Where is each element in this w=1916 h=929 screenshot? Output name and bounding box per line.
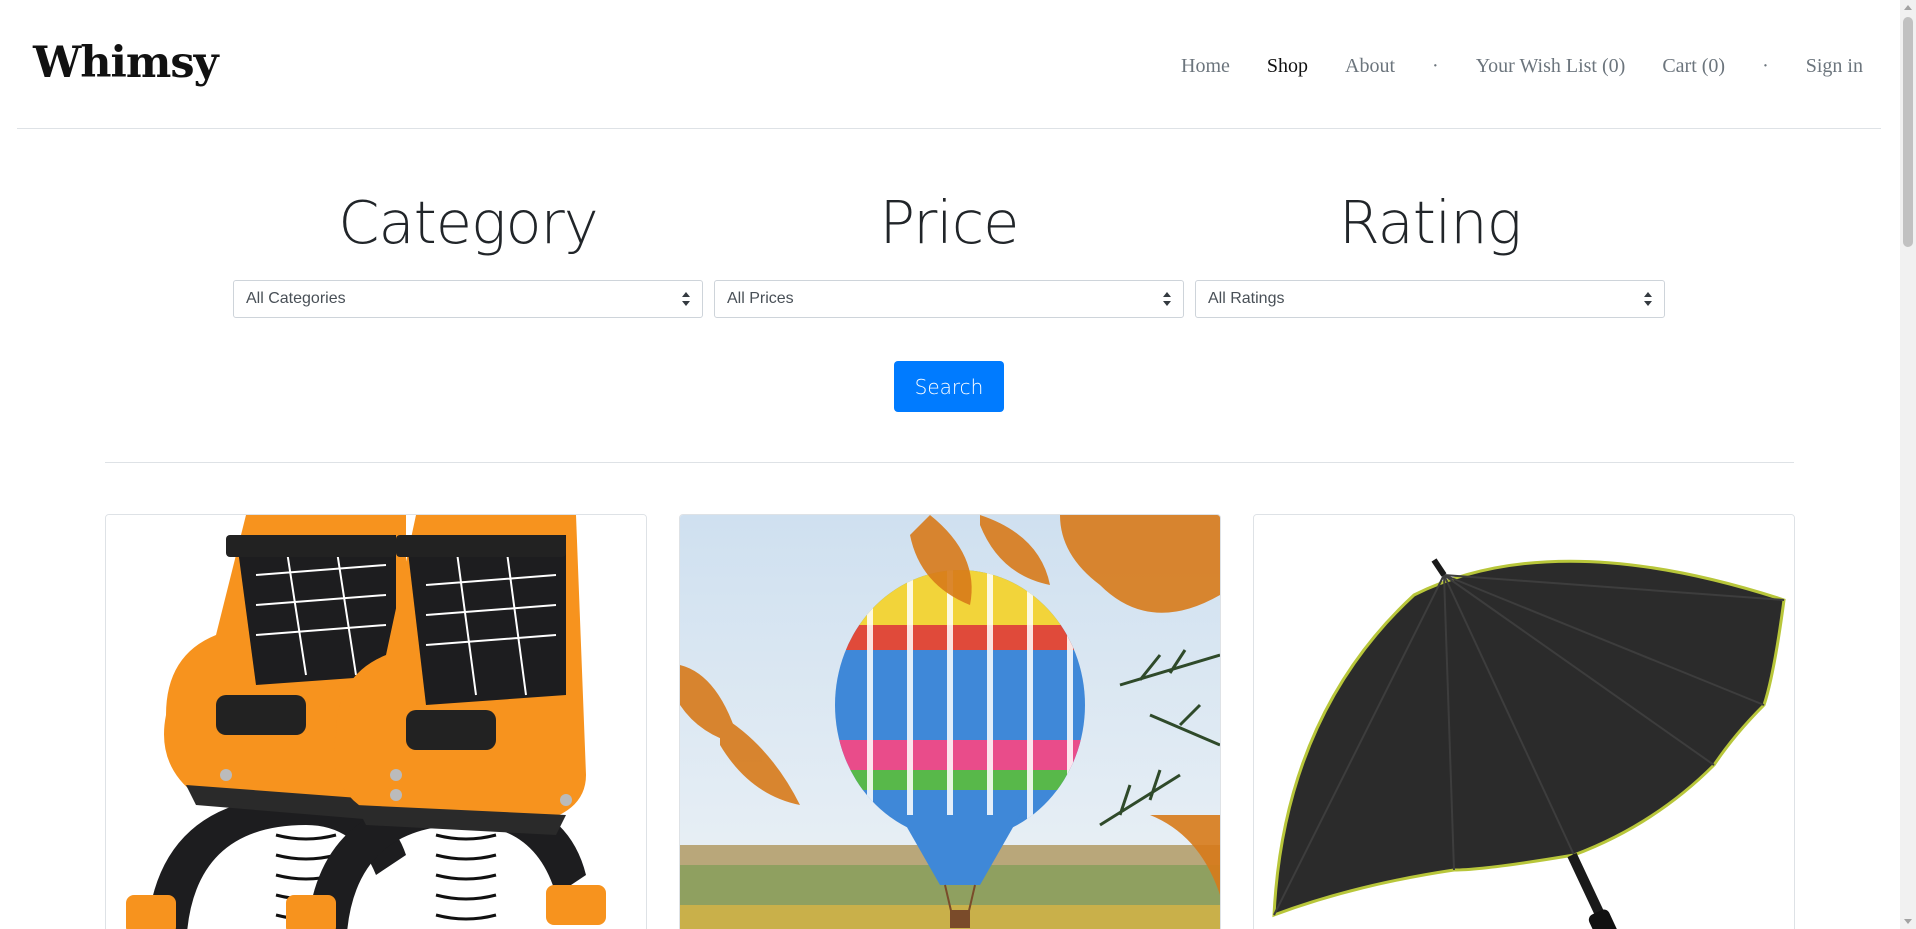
category-filter: Category All Categories [233, 185, 703, 318]
category-select[interactable]: All Categories [233, 280, 703, 318]
price-select-value: All Prices [727, 290, 794, 307]
scroll-thumb[interactable] [1903, 17, 1913, 247]
select-arrows-icon [1163, 292, 1171, 306]
nav-separator: · [1762, 55, 1769, 77]
product-card[interactable] [1253, 514, 1795, 929]
rating-select[interactable]: All Ratings [1195, 280, 1665, 318]
rating-select-value: All Ratings [1208, 290, 1285, 307]
product-image-hot-air-balloon [680, 515, 1220, 929]
page: Whimsy Home Shop About · Your Wish List … [0, 0, 1900, 929]
filter-bar: Category All Categories Price All Prices… [233, 185, 1665, 318]
product-image-jumping-shoes [106, 515, 646, 929]
price-filter: Price All Prices [714, 185, 1184, 318]
scroll-up-arrow-icon[interactable] [1904, 5, 1912, 10]
rating-filter: Rating All Ratings [1195, 185, 1665, 318]
nav-about[interactable]: About [1345, 55, 1395, 78]
site-header: Whimsy Home Shop About · Your Wish List … [17, 0, 1881, 129]
section-divider [105, 462, 1794, 463]
category-heading: Category [338, 188, 598, 257]
product-card[interactable] [679, 514, 1221, 929]
scroll-down-arrow-icon[interactable] [1904, 919, 1912, 924]
nav-home[interactable]: Home [1181, 55, 1230, 78]
search-button[interactable]: Search [894, 361, 1004, 412]
product-image-umbrella [1254, 515, 1794, 929]
price-select[interactable]: All Prices [714, 280, 1184, 318]
select-arrows-icon [682, 292, 690, 306]
nav-wishlist[interactable]: Your Wish List (0) [1476, 55, 1626, 78]
nav-signin[interactable]: Sign in [1806, 55, 1863, 78]
nav-cart[interactable]: Cart (0) [1662, 55, 1725, 78]
vertical-scrollbar[interactable] [1900, 0, 1916, 929]
select-arrows-icon [1644, 292, 1652, 306]
rating-heading: Rating [1338, 188, 1522, 257]
brand-logo[interactable]: Whimsy [33, 38, 219, 88]
nav-shop[interactable]: Shop [1267, 55, 1308, 78]
price-heading: Price [879, 188, 1020, 257]
nav-separator: · [1432, 55, 1439, 77]
product-card[interactable] [105, 514, 647, 929]
category-select-value: All Categories [246, 290, 346, 307]
main-nav: Home Shop About · Your Wish List (0) Car… [1144, 55, 1863, 78]
